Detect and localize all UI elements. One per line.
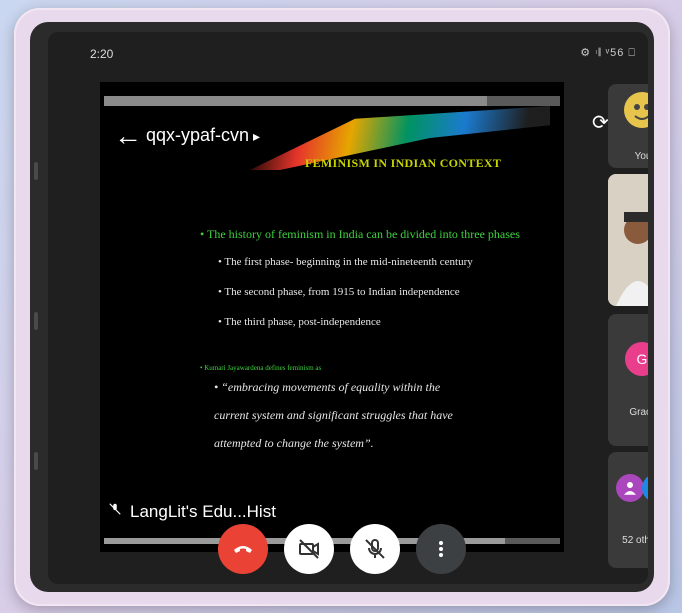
slide-quote: • “embracing movements of equality withi… [214,380,453,450]
meeting-code[interactable]: qqx-ypaf-cvn ▸ [146,125,260,146]
back-arrow-icon[interactable]: ← [114,122,142,150]
end-call-button[interactable] [218,524,268,574]
top-progress-bar [104,96,560,106]
participant-video [608,174,648,306]
slide-intro: • The history of feminism in India can b… [200,227,520,241]
avatar-other: M [642,474,648,502]
camera-toggle-button[interactable] [284,524,334,574]
camera-off-icon [299,539,319,559]
participant-tile-others[interactable]: M 52 others [608,452,648,568]
meet-screen: 2:20 ⚙ 𝄇 ᵛ56 ⎕ ← qqx-ypaf-cvn ▸ FEMINISM … [48,32,648,584]
switch-camera-icon[interactable]: ⟳ [592,110,609,135]
mic-off-icon [108,501,122,522]
mic-off-icon [365,538,385,559]
participant-tile-you[interactable]: ✕ You [608,84,648,168]
presenter-label: LangLit's Edu...Hist [108,501,276,522]
participant-tile-grace[interactable]: G ✕ Grace [608,314,648,446]
avatar-grace: G [625,342,648,376]
participant-name: 52 others [622,535,648,546]
bezel-button [34,452,38,470]
status-time: 2:20 [90,47,114,61]
more-vert-icon [439,541,443,557]
device-bezel: 2:20 ⚙ 𝄇 ᵛ56 ⎕ ← qqx-ypaf-cvn ▸ FEMINISM … [30,22,654,592]
more-options-button[interactable] [416,524,466,574]
bezel-button [34,312,38,330]
tablet-frame: 2:20 ⚙ 𝄇 ᵛ56 ⎕ ← qqx-ypaf-cvn ▸ FEMINISM … [14,8,670,606]
slide-bullet: • The second phase, from 1915 to Indian … [218,286,460,298]
slide-title: FEMINISM IN INDIAN CONTEXT [305,156,502,170]
bezel-button [34,162,38,180]
shared-screen[interactable]: ← qqx-ypaf-cvn ▸ FEMINISM IN INDIAN CONTE… [100,82,564,552]
meeting-code-text: qqx-ypaf-cvn [146,125,250,145]
slide-body: • The history of feminism in India can b… [200,222,520,457]
participant-name: Grace [629,407,648,418]
participant-tile-video[interactable] [608,174,648,306]
presenter-name: LangLit's Edu...Hist [130,502,276,521]
avatar-other-icon [616,474,644,502]
slide-bullet: • The first phase- beginning in the mid-… [218,256,473,268]
top-progress-fill [104,96,488,106]
mic-toggle-button[interactable] [350,524,400,574]
avatar-you [624,92,648,128]
phone-hangup-icon [234,546,252,553]
participant-name: You [634,151,648,162]
slide-bullet: • The third phase, post-independence [218,316,381,328]
status-icons: ⚙ 𝄇 ᵛ56 ⎕ [580,47,636,59]
slide-subhead: • Kumari Jayawardena defines feminism as [200,364,322,372]
chevron-right-icon: ▸ [253,128,261,144]
